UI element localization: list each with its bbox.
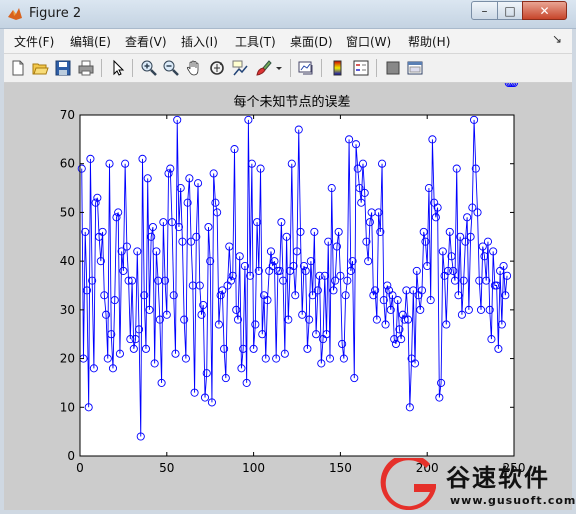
legend-icon[interactable] — [352, 59, 370, 77]
watermark-url: www.gusuoft.com — [450, 494, 576, 507]
edit-plot-arrow-icon[interactable] — [109, 59, 127, 77]
x-tick-label: 100 — [242, 461, 265, 475]
maximize-button[interactable]: □ — [497, 1, 523, 20]
menu-desktop[interactable]: 桌面(D) — [290, 33, 333, 50]
y-tick-label: 70 — [60, 108, 75, 122]
watermark: 谷速软件 www.gusuoft.com — [378, 454, 576, 514]
y-tick-label: 20 — [60, 352, 75, 366]
plot-title: 每个未知节点的误差 — [233, 94, 350, 110]
figure-canvas: 每个未知节点的误差 0 50 100 150 200 250 0 10 20 30 40 50 60 70 — [4, 83, 572, 510]
menu-window[interactable]: 窗口(W) — [346, 33, 391, 50]
title-bar[interactable]: Figure 2 – □ ✕ — [0, 0, 576, 29]
toolbar-separator — [101, 59, 102, 77]
brush-dropdown-icon[interactable] — [274, 59, 284, 77]
toolbar-separator — [132, 59, 133, 77]
menu-help[interactable]: 帮助(H) — [408, 33, 450, 50]
menu-insert[interactable]: 插入(I) — [181, 33, 218, 50]
y-tick-label: 0 — [67, 449, 75, 463]
show-plot-tools-icon[interactable] — [406, 59, 424, 77]
dock-arrow-icon[interactable]: ↘ — [552, 32, 562, 46]
new-figure-icon[interactable] — [9, 59, 27, 77]
print-icon[interactable] — [77, 59, 95, 77]
watermark-brand: 谷速软件 — [446, 464, 550, 492]
link-plot-icon[interactable] — [297, 59, 315, 77]
window-title: Figure 2 — [29, 6, 82, 21]
hide-plot-tools-icon[interactable] — [384, 59, 402, 77]
line-plot[interactable]: 每个未知节点的误差 0 50 100 150 200 250010203040506070 — [4, 83, 572, 510]
y-tick-label: 60 — [60, 157, 75, 171]
colorbar-icon[interactable] — [329, 59, 347, 77]
figure-toolbar — [4, 54, 572, 83]
matlab-icon — [8, 8, 22, 20]
save-icon[interactable] — [54, 59, 72, 77]
toolbar-separator — [321, 59, 322, 77]
menu-edit[interactable]: 编辑(E) — [70, 33, 111, 50]
y-tick-label: 40 — [60, 254, 75, 268]
toolbar-separator — [290, 59, 291, 77]
figure-window: Figure 2 – □ ✕ 文件(F) 编辑(E) 查看(V) 插入(I) 工… — [0, 0, 576, 514]
y-tick-label: 30 — [60, 303, 75, 317]
menu-tools[interactable]: 工具(T) — [235, 33, 276, 50]
menu-bar: 文件(F) 编辑(E) 查看(V) 插入(I) 工具(T) 桌面(D) 窗口(W… — [4, 29, 572, 54]
brush-icon[interactable] — [254, 59, 272, 77]
plot-layer: 0 50 100 150 200 250010203040506070 — [60, 83, 525, 475]
data-cursor-icon[interactable] — [231, 59, 249, 77]
y-tick-label: 50 — [60, 205, 75, 219]
rotate-3d-icon[interactable] — [208, 59, 226, 77]
menu-file[interactable]: 文件(F) — [14, 33, 54, 50]
open-file-icon[interactable] — [31, 59, 49, 77]
close-button[interactable]: ✕ — [522, 1, 567, 20]
x-tick-label: 50 — [159, 461, 174, 475]
zoom-out-icon[interactable] — [162, 59, 180, 77]
axes-background — [80, 115, 514, 456]
y-tick-label: 10 — [60, 400, 75, 414]
gusu-logo-icon — [380, 458, 436, 510]
x-tick-label: 150 — [329, 461, 352, 475]
menu-view[interactable]: 查看(V) — [125, 33, 167, 50]
zoom-in-icon[interactable] — [140, 59, 158, 77]
pan-hand-icon[interactable] — [185, 59, 203, 77]
toolbar-separator — [376, 59, 377, 77]
x-tick-label: 0 — [76, 461, 84, 475]
minimize-button[interactable]: – — [471, 1, 498, 20]
